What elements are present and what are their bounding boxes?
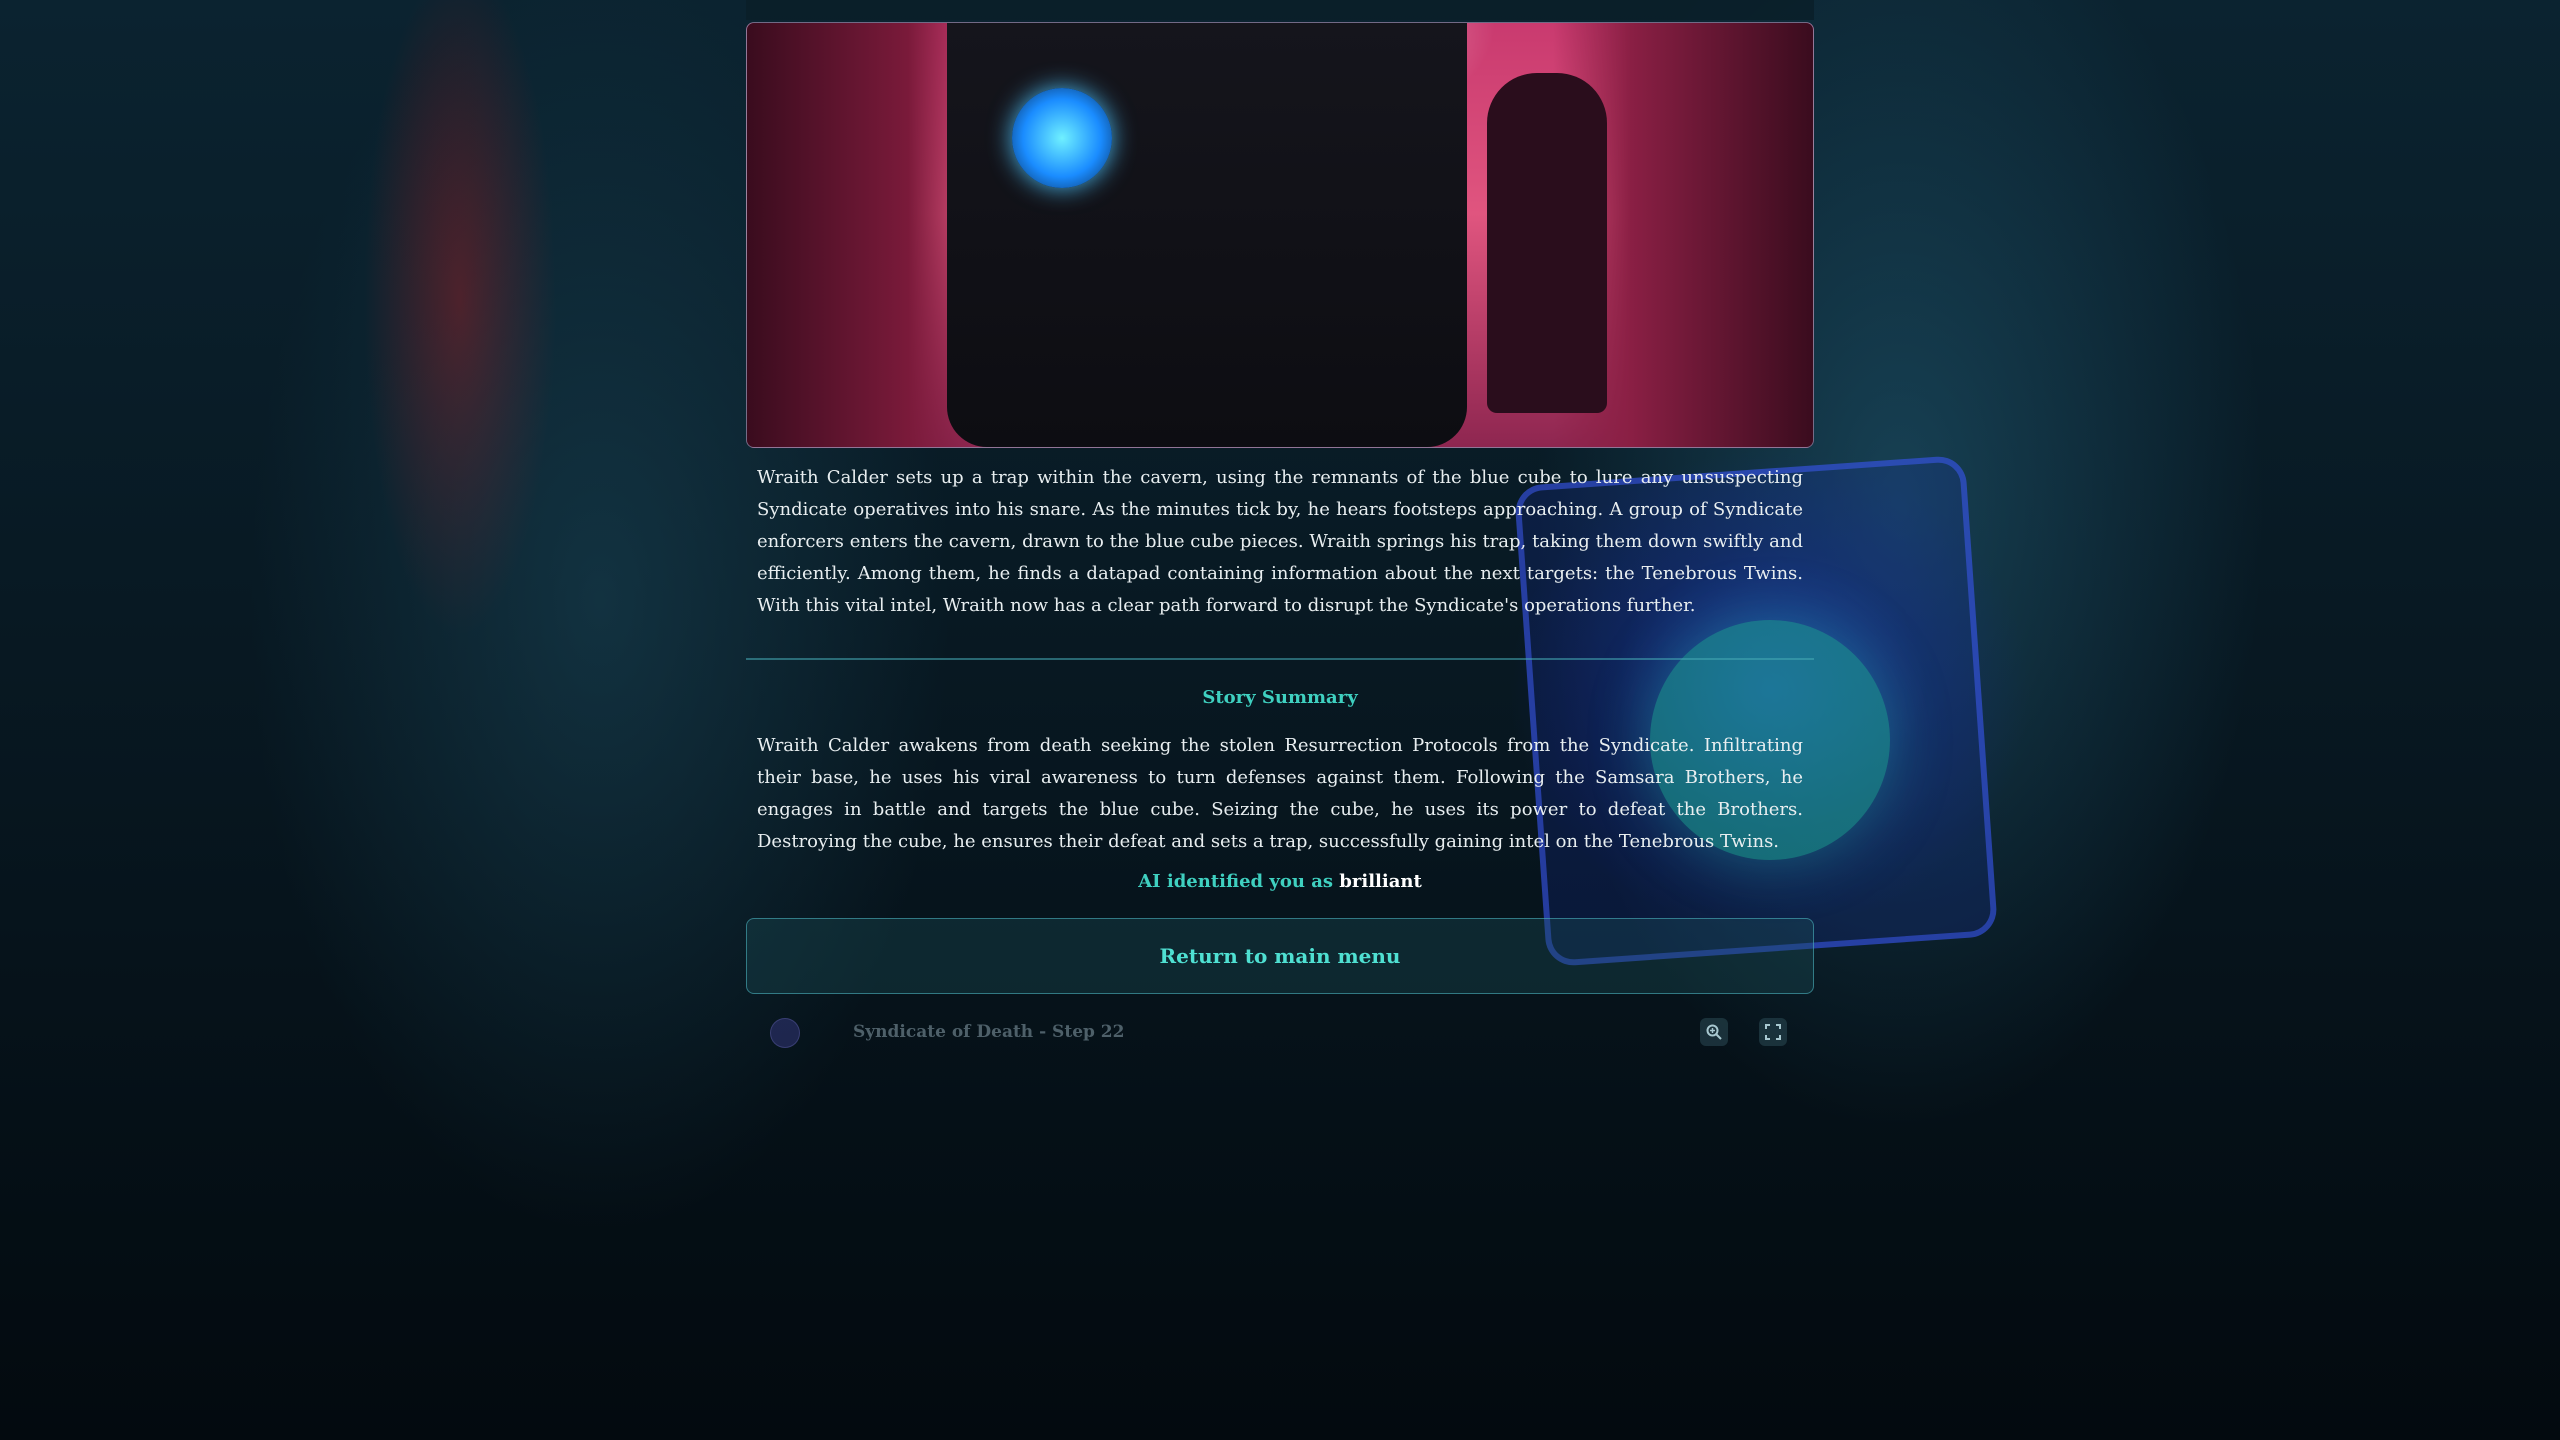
scene-image <box>746 22 1814 448</box>
narrative-text: Wraith Calder sets up a trap within the … <box>757 467 1803 616</box>
footer-bar: Syndicate of Death - Step 22 <box>746 1014 1814 1058</box>
section-divider <box>746 658 1814 660</box>
story-panel: Wraith Calder sets up a trap within the … <box>746 22 1814 1058</box>
magnifier-svg <box>1706 1024 1722 1040</box>
ai-identification-trait: brilliant <box>1339 871 1422 892</box>
top-bar <box>746 0 1814 20</box>
approaching-silhouette <box>1487 73 1607 413</box>
fullscreen-svg <box>1765 1024 1781 1040</box>
ai-identification: AI identified you as brilliant <box>746 870 1814 894</box>
wraith-figure <box>947 23 1467 447</box>
step-label: Syndicate of Death - Step 22 <box>853 1022 1125 1042</box>
return-to-main-menu-button[interactable]: Return to main menu <box>746 918 1814 994</box>
app-logo-icon <box>770 1018 800 1048</box>
ai-identification-prefix: AI identified you as <box>1138 871 1333 892</box>
summary-title: Story Summary <box>1202 687 1358 708</box>
zoom-in-icon[interactable] <box>1700 1018 1728 1046</box>
summary-text: Wraith Calder awakens from death seeking… <box>757 735 1803 852</box>
glowing-shoulder-emblem <box>1012 88 1112 188</box>
fullscreen-icon[interactable] <box>1759 1018 1787 1046</box>
cavern-wall-left <box>747 23 977 447</box>
